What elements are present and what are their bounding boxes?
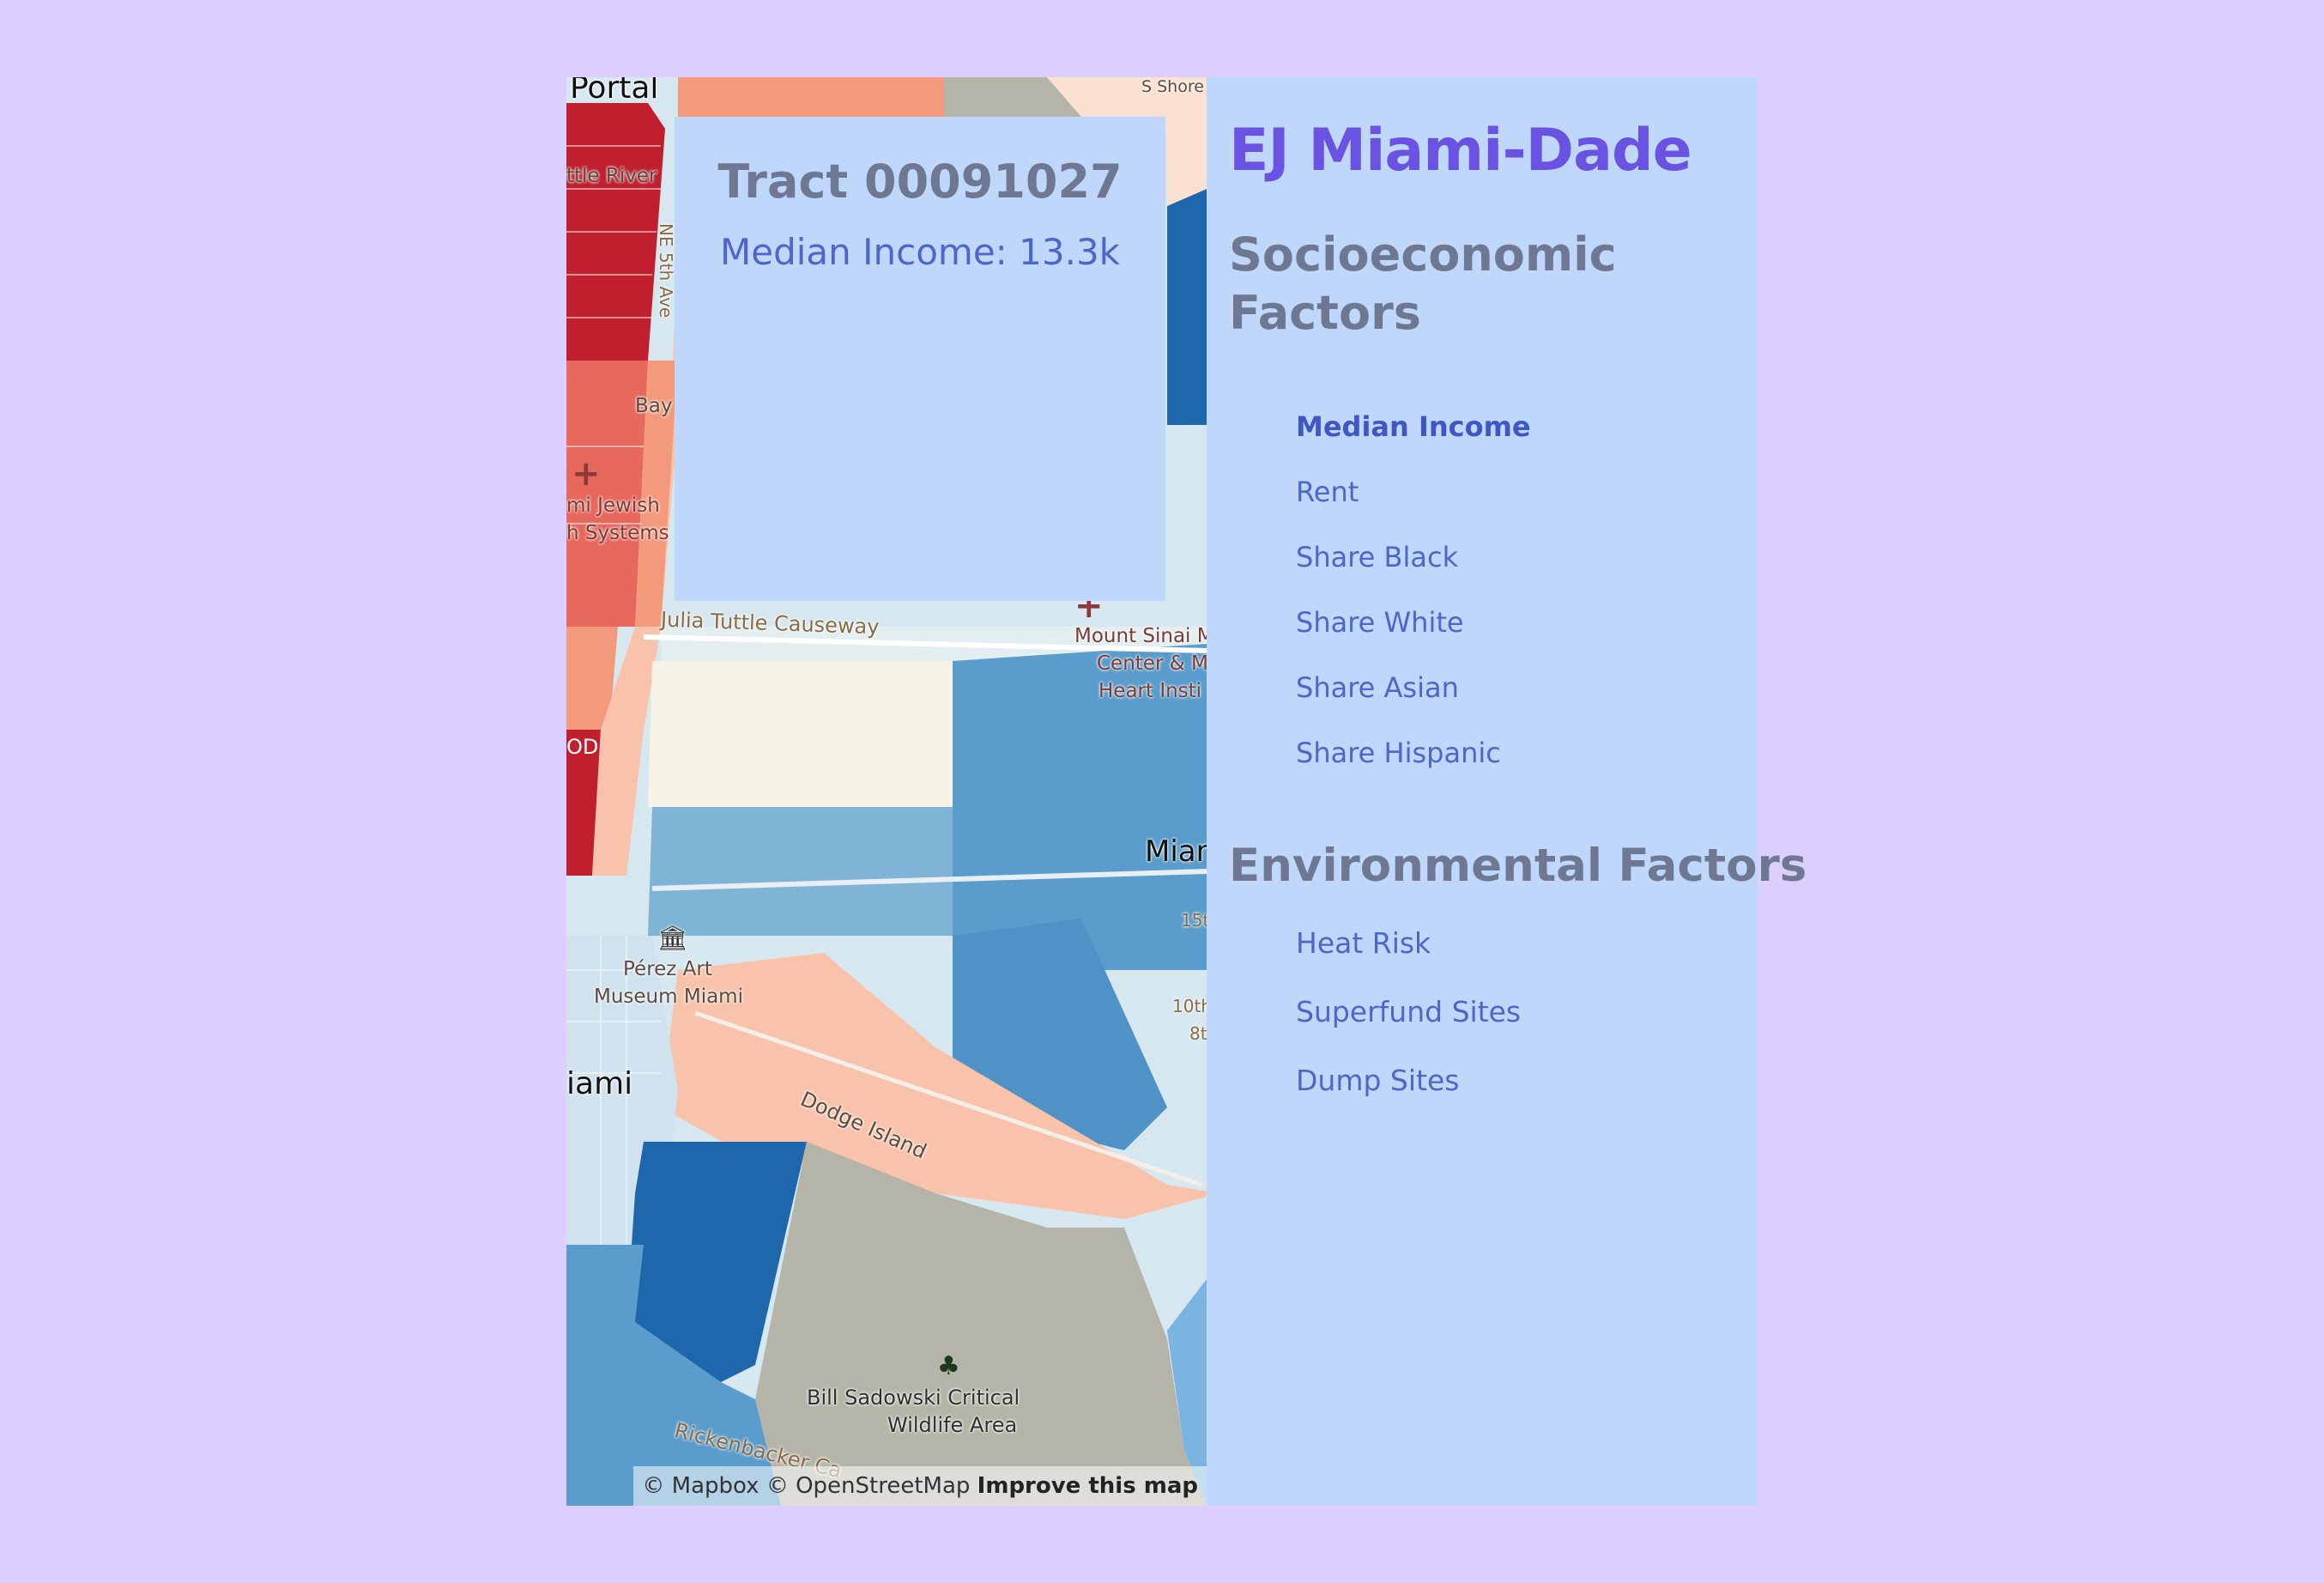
map-label-perez-1: Pérez Art	[623, 958, 712, 980]
map-label-10th: 10th	[1172, 996, 1207, 1016]
map-label-jewish-health-2: h Systems	[566, 522, 669, 544]
museum-icon: 🏛	[657, 924, 688, 952]
map-label-perez-2: Museum Miami	[594, 986, 743, 1008]
map-label-8th: 8t	[1189, 1023, 1207, 1044]
map-label-s-shore: S Shore	[1141, 77, 1204, 96]
tooltip-metric-value: Median Income: 13.3k	[720, 231, 1120, 273]
map-label-bill-sadowski-1: Bill Sadowski Critical	[807, 1386, 1020, 1410]
park-tree-icon: ♣	[937, 1351, 960, 1381]
map-label-ne-5th-ave: NE 5th Ave	[656, 223, 676, 318]
map-label-portal: Portal	[570, 77, 659, 106]
factor-share-hispanic[interactable]: Share Hispanic	[1296, 720, 1758, 785]
map-label-miami: iami	[566, 1066, 633, 1101]
factor-share-black[interactable]: Share Black	[1296, 525, 1758, 590]
tooltip-tract-label: Tract 00091027	[717, 155, 1123, 209]
map-label-15th: 15t	[1181, 910, 1207, 931]
choropleth-map[interactable]: Portal ttle River NE 5th Ave Bay + mi Je…	[566, 77, 1207, 1506]
factor-rent[interactable]: Rent	[1296, 459, 1758, 525]
factor-share-white[interactable]: Share White	[1296, 590, 1758, 655]
mapbox-attribution-link[interactable]: © Mapbox	[642, 1473, 759, 1499]
tract-polygon	[1167, 189, 1207, 425]
map-label-bill-sadowski-2: Wildlife Area	[887, 1413, 1018, 1437]
sidebar-panel: EJ Miami-Dade Socioeconomic Factors Medi…	[1207, 77, 1807, 1506]
map-label-mount-sinai-1: Mount Sinai M	[1074, 625, 1207, 647]
factor-share-asian[interactable]: Share Asian	[1296, 655, 1758, 720]
map-label-miami-beach: Mian	[1145, 834, 1207, 869]
map-label-jewish-health-1: mi Jewish	[566, 494, 660, 517]
osm-attribution-link[interactable]: © OpenStreetMap	[766, 1473, 971, 1499]
environmental-factor-list: Heat Risk Superfund Sites Dump Sites	[1229, 909, 1758, 1115]
socioeconomic-factor-list: Median Income Rent Share Black Share Whi…	[1229, 394, 1758, 785]
map-label-od: OD	[566, 735, 599, 759]
socioeconomic-heading: Socioeconomic Factors	[1229, 227, 1617, 340]
factor-heat-risk[interactable]: Heat Risk	[1296, 909, 1758, 978]
hospital-icon: +	[572, 454, 601, 494]
tract-polygon	[648, 807, 953, 936]
map-label-little-river: ttle River	[566, 165, 657, 187]
improve-map-link[interactable]: Improve this map	[977, 1473, 1198, 1499]
tract-tooltip: Tract 00091027 Median Income: 13.3k	[675, 117, 1165, 601]
map-label-bay: Bay	[635, 395, 673, 417]
map-label-mount-sinai-3: Heart Insti	[1098, 680, 1202, 702]
map-label-mount-sinai-2: Center & M	[1097, 652, 1207, 675]
app-title: EJ Miami-Dade	[1229, 117, 1692, 185]
map-attribution: © Mapbox © OpenStreetMap Improve this ma…	[633, 1466, 1207, 1506]
environmental-heading: Environmental Factors	[1229, 840, 1807, 892]
factor-median-income[interactable]: Median Income	[1296, 394, 1758, 459]
factor-dump-sites[interactable]: Dump Sites	[1296, 1046, 1758, 1115]
factor-superfund-sites[interactable]: Superfund Sites	[1296, 978, 1758, 1046]
